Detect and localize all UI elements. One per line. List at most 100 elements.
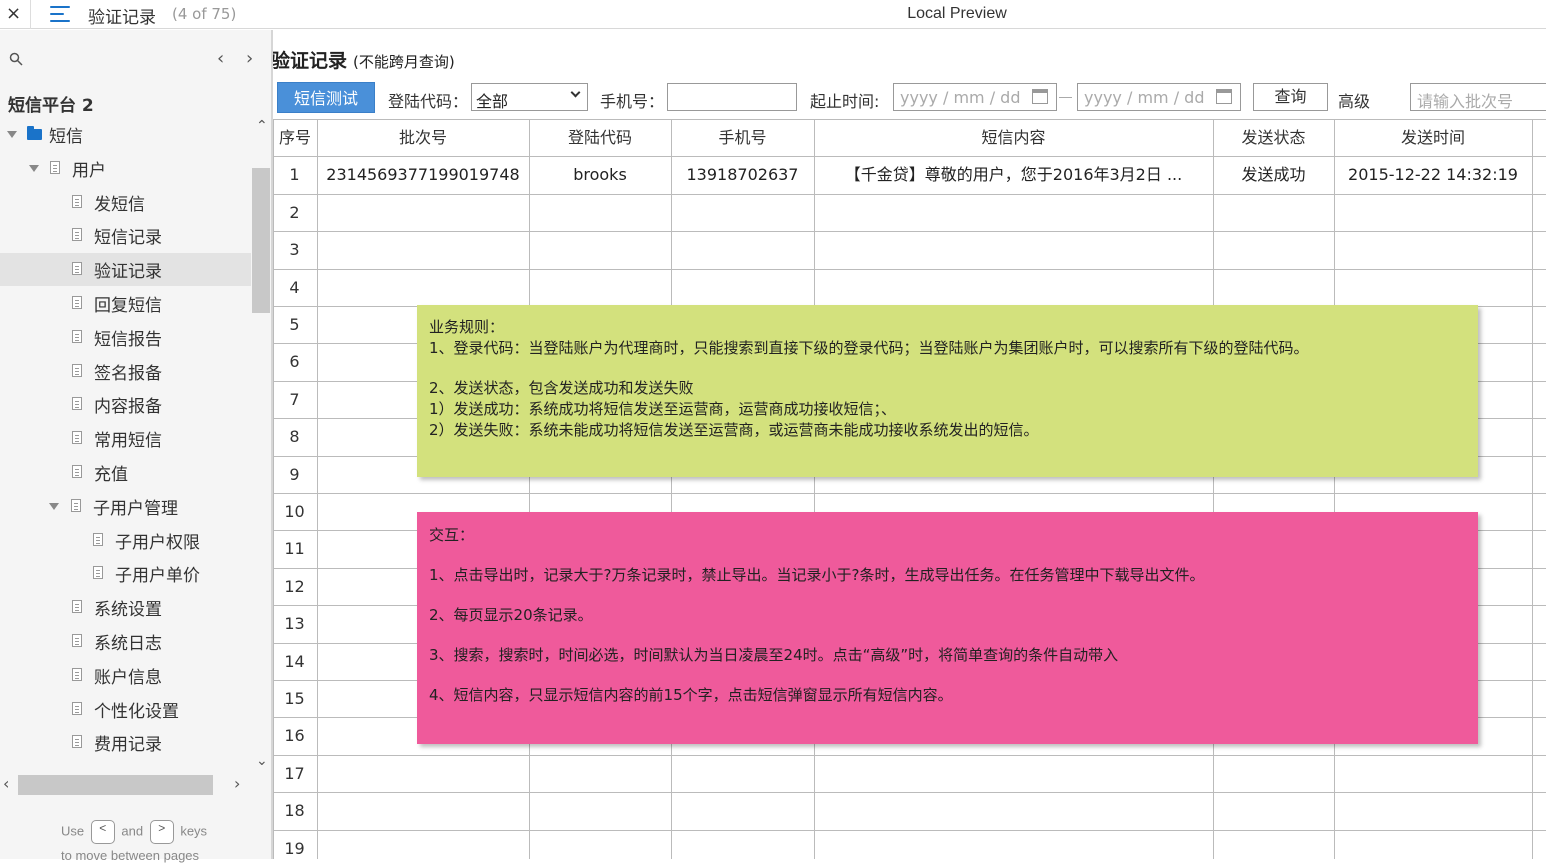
row-number: 14: [284, 651, 305, 671]
tree-item[interactable]: 充值: [0, 456, 251, 489]
tree-item[interactable]: 回复短信: [0, 287, 251, 320]
tree-item[interactable]: 子用户管理: [0, 490, 251, 523]
tree-item-label: 短信: [49, 127, 83, 147]
row-number: 19: [284, 838, 305, 858]
chevron-down-icon: [570, 87, 581, 98]
login-code-label: 登陆代码：: [388, 92, 469, 111]
key-next: >: [149, 820, 174, 844]
tree-item[interactable]: 常用短信: [0, 422, 251, 455]
sms-test-button[interactable]: 短信测试: [277, 82, 375, 113]
menu-icon[interactable]: [50, 5, 70, 23]
tree-item[interactable]: 个性化设置: [0, 693, 251, 726]
note-line: 2、每页显示20条记录。: [429, 606, 593, 624]
column-header[interactable]: 手机号: [671, 119, 814, 156]
tree-item[interactable]: 短信记录: [0, 219, 251, 252]
row-number: 8: [289, 427, 300, 447]
scrollbar-thumb[interactable]: [18, 775, 213, 795]
sms-content-cell[interactable]: 【千金贷】尊敬的用户，您于2016年3月2日 ...: [814, 156, 1213, 193]
expand-arrow-icon[interactable]: [7, 131, 17, 138]
phone-input[interactable]: [667, 83, 797, 111]
tree-item-label: 个性化设置: [94, 701, 179, 722]
note-line: 2、发送状态，包含发送成功和发送失败: [429, 379, 694, 397]
tree-item[interactable]: 费用记录: [0, 726, 251, 759]
tree-item-label: 签名报备: [94, 363, 162, 384]
grid-line: [273, 493, 1546, 494]
calendar-icon[interactable]: [1216, 89, 1232, 104]
column-header[interactable]: 发送时间: [1334, 119, 1532, 156]
page-title-text: 验证记录: [273, 50, 348, 72]
date-from-input[interactable]: yyyy / mm / dd: [893, 83, 1057, 111]
scroll-left-icon[interactable]: ‹: [3, 774, 9, 793]
scroll-down-icon[interactable]: ⌄: [256, 753, 268, 769]
main-content: 验证记录 (不能跨月查询) 短信测试 登陆代码： 全部 手机号： 起止时间: yy…: [273, 30, 1546, 859]
search-toolbar: 短信测试 登陆代码： 全部 手机号： 起止时间: yyyy / mm / dd …: [273, 80, 1546, 116]
window-title: Local Preview: [907, 5, 1007, 22]
tree-item-label: 用户: [72, 160, 106, 181]
tree-item-label: 系统日志: [94, 634, 162, 654]
current-page-name: 验证记录: [88, 8, 156, 28]
note-line: 2）发送失败：系统未能成功将短信发送至运营商，或运营商未能成功接收系统发出的短信…: [429, 421, 1039, 439]
top-bar: × 验证记录 (4 of 75) Local Preview: [0, 0, 1546, 29]
tree-item[interactable]: 短信报告: [0, 321, 251, 354]
tree-item-label: 常用短信: [94, 431, 162, 452]
page-subtitle: (不能跨月查询): [353, 53, 455, 71]
batch-number-input[interactable]: 请输入批次号: [1410, 83, 1546, 111]
tree-item[interactable]: 验证记录: [0, 253, 251, 287]
next-page-icon[interactable]: ›: [246, 48, 253, 69]
date-to-input[interactable]: yyyy / mm / dd: [1077, 83, 1241, 111]
tree-item[interactable]: 签名报备: [0, 355, 251, 388]
interaction-note: 交互： 1、点击导出时，记录大于?万条记录时，禁止导出。当记录小于?条时，生成导出…: [417, 512, 1478, 744]
grid-line: [273, 829, 1546, 831]
close-icon[interactable]: ×: [6, 3, 21, 24]
column-header[interactable]: 批次号: [317, 119, 529, 156]
login-code-value: 全部: [476, 92, 509, 111]
tree-item[interactable]: 用户: [0, 152, 251, 185]
tree-item-label: 子用户权限: [115, 532, 200, 553]
note-line: 业务规则：: [429, 318, 505, 336]
tree-item[interactable]: 账户信息: [0, 659, 251, 692]
row-number: 18: [284, 801, 305, 821]
grid-line: [1334, 119, 1335, 859]
scroll-right-icon[interactable]: ›: [234, 774, 240, 793]
tree-item[interactable]: 子账户费用: [0, 760, 251, 768]
tree-item-label: 子用户单价: [115, 566, 200, 587]
row-number: 7: [289, 389, 300, 409]
table-cell: 2015-12-22 14:32:19: [1348, 165, 1518, 185]
tree-vertical-scrollbar[interactable]: ⌃ ⌄: [251, 118, 271, 769]
tree-item[interactable]: 系统设置: [0, 591, 251, 624]
column-header[interactable]: 短信内容: [814, 119, 1213, 156]
column-header[interactable]: 序号: [273, 119, 317, 156]
tree-item-label: 发短信: [94, 194, 145, 215]
query-button[interactable]: 查询: [1253, 83, 1328, 111]
tree-item[interactable]: 子用户单价: [0, 557, 251, 590]
tree-item[interactable]: 短信: [0, 118, 251, 151]
note-line: 1、点击导出时，记录大于?万条记录时，禁止导出。当记录小于?条时，生成导出任务。…: [429, 566, 1205, 584]
search-icon[interactable]: [9, 52, 23, 66]
phone-label: 手机号：: [600, 92, 665, 111]
table-cell: brooks: [573, 165, 627, 185]
calendar-icon[interactable]: [1032, 89, 1048, 104]
previous-page-icon[interactable]: ‹: [217, 48, 224, 69]
tree-item[interactable]: 发短信: [0, 186, 251, 219]
note-line: 交互：: [429, 526, 475, 544]
login-code-select[interactable]: 全部: [471, 83, 588, 111]
tree-horizontal-scrollbar[interactable]: ‹ ›: [0, 772, 251, 795]
tree-item[interactable]: 系统日志: [0, 625, 251, 658]
advanced-link[interactable]: 高级: [1338, 88, 1370, 112]
page-icon: [50, 160, 60, 174]
scrollbar-thumb[interactable]: [252, 168, 270, 313]
note-line: 3、搜索，搜索时，时间必选，时间默认为当日凌晨至24时。点击“高级”时，将简单查…: [429, 646, 1119, 664]
scroll-up-icon[interactable]: ⌃: [256, 118, 268, 134]
grid-line: [273, 231, 1546, 233]
column-header[interactable]: 登陆代码: [529, 119, 671, 156]
grid-line: [317, 119, 318, 859]
tree-item[interactable]: 子用户权限: [0, 524, 251, 557]
note-line: 1）发送成功：系统成功将短信发送至运营商，运营商成功接收短信；、: [429, 400, 897, 418]
divider: [30, 0, 31, 29]
expand-arrow-icon[interactable]: [49, 502, 59, 510]
tree-item[interactable]: 内容报备: [0, 388, 251, 421]
help-text: Use: [61, 823, 85, 839]
page-tree: 短信 用户 发短信 短信记录 验证记录 回复短信 短信报告 签名报备 内容报备 常用短信 充值 子用户…: [0, 118, 251, 768]
column-header[interactable]: 发送状态: [1213, 119, 1334, 156]
expand-arrow-icon[interactable]: [29, 164, 39, 172]
